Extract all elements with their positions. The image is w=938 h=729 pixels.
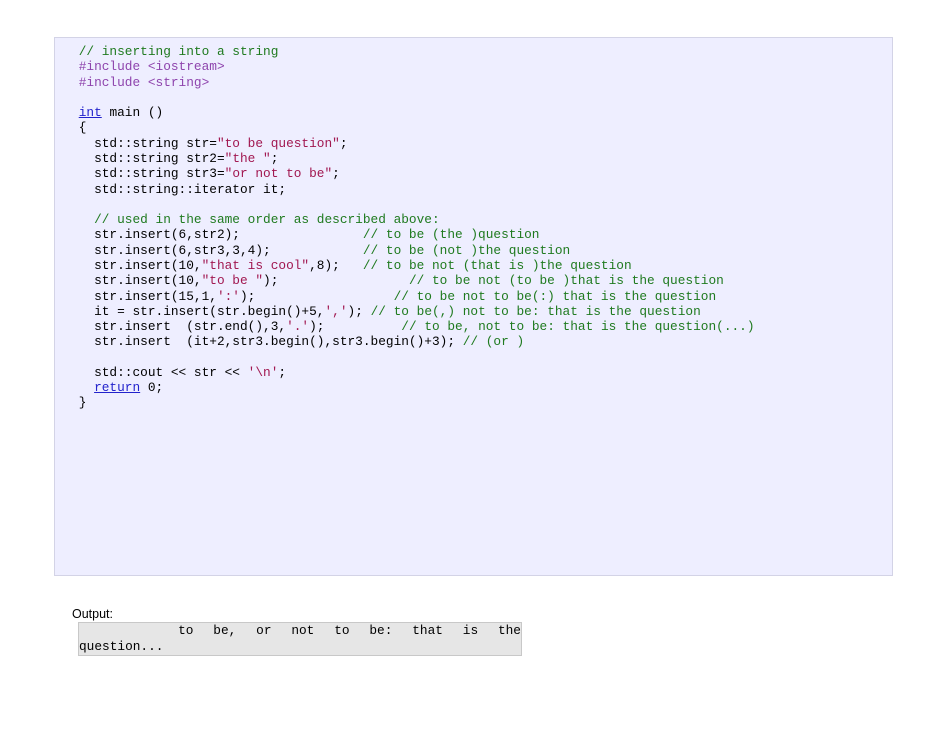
code-token-plain: main ()	[101, 105, 164, 121]
code-token-plain: ;	[339, 135, 348, 151]
code-token-plain: str.insert(6,str2);	[48, 227, 363, 243]
code-token-str: "or not to be"	[224, 166, 333, 182]
code-token-plain: ;	[270, 150, 279, 166]
code-token-str: "that is cool"	[201, 257, 310, 273]
code-token-com: // to be (the )question	[362, 227, 540, 243]
output-sample-block: to be, or not to be: that is the question…	[78, 622, 522, 656]
code-token-plain: );	[347, 303, 371, 319]
code-token-plain: std::string str2=	[48, 150, 225, 166]
code-token-plain: ;	[332, 166, 340, 182]
code-token-str: "the "	[224, 150, 271, 166]
code-token-kw: return	[94, 380, 141, 396]
code-token-com: // to be, not to be: that is the questio…	[401, 319, 755, 335]
code-token-pre: #include <iostream>	[78, 59, 225, 75]
code-token-str: "to be question"	[216, 135, 340, 151]
code-token-plain: std::string::iterator it;	[48, 181, 287, 197]
code-token-str: ':'	[216, 288, 240, 304]
code-token-plain: ,8);	[309, 257, 363, 273]
code-token-kw: int	[78, 105, 102, 121]
code-token-plain: }	[48, 395, 87, 411]
output-line-1: to be, or not to be: that is the	[79, 623, 521, 638]
output-label: Output:	[72, 607, 113, 621]
code-token-str: "to be "	[201, 273, 264, 289]
code-token-com: // inserting into a string	[78, 44, 279, 59]
code-token-plain: std::string str=	[48, 135, 217, 151]
code-token-com: // to be not to be(:) that is the questi…	[393, 288, 717, 304]
code-token-plain: std::cout << str <<	[48, 364, 248, 380]
code-token-plain: );	[309, 319, 402, 335]
code-sample-block: // inserting into a string #include <ios…	[54, 37, 893, 576]
code-token-pre: #include <string>	[78, 74, 210, 90]
code-token-plain: );	[240, 288, 394, 304]
code-token-plain: str.insert (it+2,str3.begin(),str3.begin…	[48, 334, 463, 350]
code-token-plain: ;	[278, 364, 287, 380]
code-token-plain: str.insert(10,	[48, 257, 202, 273]
code-token-com: // to be not (to be )that is the questio…	[408, 273, 724, 289]
code-token-plain: {	[48, 120, 87, 136]
code-token-plain: str.insert(6,str3,3,4);	[48, 242, 363, 258]
code-token-com: // to be(,) not to be: that is the quest…	[370, 303, 701, 319]
code-token-plain: std::string str3=	[48, 166, 225, 182]
code-token-com: // (or )	[462, 334, 525, 350]
code-token-com: // to be not (that is )the question	[362, 257, 632, 273]
code-token-plain: str.insert(10,	[48, 273, 202, 289]
output-line-2: question...	[79, 638, 164, 654]
code-token-str: '\n'	[247, 364, 279, 380]
code-token-plain: );	[263, 273, 409, 289]
code-token-str: '.'	[286, 319, 310, 335]
output-sample-text: to be, or not to be: that is the question…	[79, 623, 521, 654]
code-token-plain: str.insert(15,1,	[48, 288, 217, 304]
code-token-plain: str.insert (str.end(),3,	[48, 319, 287, 335]
code-token-plain: it = str.insert(str.begin()+5,	[48, 303, 325, 319]
code-token-com: // used in the same order as described a…	[94, 212, 440, 228]
code-sample-text: // inserting into a string #include <ios…	[48, 44, 894, 411]
code-token-com: // to be (not )the question	[362, 242, 571, 258]
code-token-str: ','	[324, 303, 348, 319]
code-token-plain: 0;	[140, 380, 164, 396]
